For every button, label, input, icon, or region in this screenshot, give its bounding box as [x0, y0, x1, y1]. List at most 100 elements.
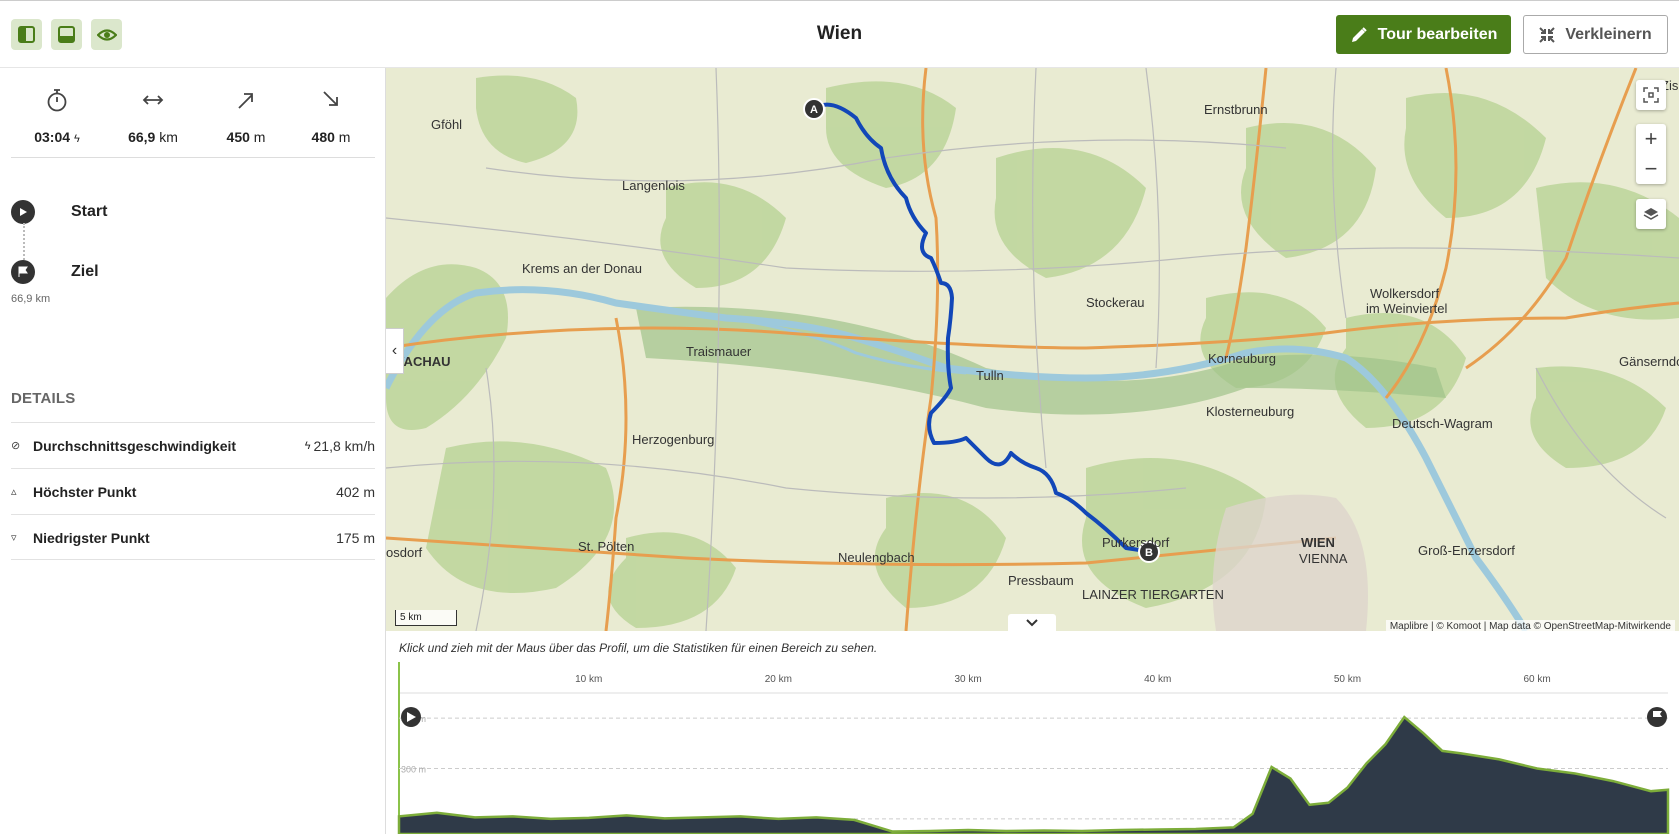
place-label: WIEN — [1301, 535, 1335, 550]
marker-a-label: A — [810, 104, 818, 116]
place-label: Tulln — [976, 368, 1004, 383]
waypoint-start-label: Start — [71, 203, 108, 220]
place-label: im Weinviertel — [1366, 301, 1448, 316]
place-label: Groß-Enzersdorf — [1418, 543, 1515, 558]
x-tick-label: 20 km — [765, 674, 792, 685]
ascent-unit: m — [253, 129, 266, 145]
waypoint-end-label: Ziel — [71, 263, 99, 280]
stopwatch-icon — [47, 89, 67, 112]
place-label: Purkersdorf — [1102, 535, 1170, 550]
x-tick-label: 30 km — [954, 674, 981, 685]
y-tick-label: 300 m — [401, 765, 426, 775]
elevation-profile[interactable]: Klick und zieh mit der Maus über das Pro… — [386, 631, 1679, 834]
waypoint-end[interactable]: Ziel — [11, 260, 99, 284]
lightning-icon: ϟ — [73, 133, 80, 145]
detail-row-lowest-point: ▿ Niedrigster Punkt 175 m — [11, 514, 375, 560]
descent-unit: m — [338, 129, 351, 145]
minimize-label: Verkleinern — [1565, 25, 1652, 43]
fit-bounds-icon — [1643, 87, 1659, 103]
chevron-left-icon: ‹ — [391, 342, 398, 359]
place-label: Gföhl — [431, 117, 462, 132]
zoom-in-button[interactable]: + — [1645, 124, 1658, 154]
stat-duration: 03:04 ϟ — [17, 88, 97, 145]
plus-icon: + — [1644, 126, 1658, 151]
map-canvas[interactable]: A B Gföhl Ernstbrunn Langenlois Krems an… — [386, 68, 1679, 631]
waypoint-connector — [23, 223, 25, 263]
detail-value: 402 m — [336, 483, 375, 500]
duration-value: 03:04 — [34, 129, 71, 145]
place-label: LAINZER TIERGARTEN — [1082, 587, 1224, 602]
place-label: Langenlois — [622, 178, 685, 193]
place-label: Deutsch-Wagram — [1392, 416, 1493, 431]
place-label: Traismauer — [686, 344, 752, 359]
profile-start-marker[interactable] — [401, 707, 421, 727]
place-label: Gänserndo — [1619, 354, 1679, 369]
minus-icon: − — [1644, 156, 1658, 181]
profile-end-marker[interactable] — [1647, 707, 1667, 727]
place-label: Neulengbach — [838, 550, 915, 565]
pencil-icon — [1351, 26, 1367, 42]
stat-ascent: 450 m — [206, 88, 286, 145]
fit-route-button[interactable] — [1636, 80, 1666, 110]
lightning-icon: ϟ — [304, 439, 311, 452]
waypoint-end-distance: 66,9 km — [11, 293, 51, 305]
waypoint-start[interactable]: Start — [11, 200, 107, 224]
place-label: Pressbaum — [1008, 573, 1074, 588]
x-tick-label: 50 km — [1334, 674, 1361, 685]
layers-icon — [1643, 208, 1659, 220]
place-label: Ernstbrunn — [1204, 102, 1268, 117]
top-bar: Wien Tour bearbeiten Verkleinern — [0, 0, 1679, 68]
collapse-arrows-icon — [1539, 26, 1556, 43]
horizontal-arrows-icon — [142, 95, 164, 105]
place-label: Wolkersdorf — [1370, 286, 1440, 301]
arrow-down-right-icon — [323, 91, 338, 106]
detail-label: Durchschnittsgeschwindigkeit — [33, 437, 237, 454]
play-icon — [11, 200, 35, 224]
place-label: Krems an der Donau — [522, 261, 642, 276]
tour-stats: 03:04 ϟ 66,9 km 450 m 480 m — [11, 68, 375, 158]
detail-label: Höchster Punkt — [33, 483, 137, 500]
place-label: Stockerau — [1086, 295, 1145, 310]
detail-value: 21,8 km/h — [313, 437, 375, 454]
edit-tour-label: Tour bearbeiten — [1377, 25, 1498, 43]
triangle-down-icon: ▿ — [11, 532, 17, 544]
place-label: VIENNA — [1299, 551, 1348, 566]
x-tick-label: 40 km — [1144, 674, 1171, 685]
place-label: Korneuburg — [1208, 351, 1276, 366]
detail-row-avg-speed: ⊘ Durchschnittsgeschwindigkeit ϟ 21,8 km… — [11, 422, 375, 468]
elevation-chart[interactable]: 10 km20 km30 km40 km50 km60 km 400 m300 … — [386, 662, 1679, 834]
triangle-up-icon: ▵ — [11, 486, 17, 498]
chevron-down-icon — [1026, 619, 1038, 627]
sidebar: 03:04 ϟ 66,9 km 450 m 480 m Start Ziel 6… — [0, 68, 386, 834]
map-scale: 5 km — [395, 610, 457, 626]
edit-tour-button[interactable]: Tour bearbeiten — [1336, 15, 1511, 54]
detail-label: Niedrigster Punkt — [33, 529, 150, 546]
minimize-button[interactable]: Verkleinern — [1523, 15, 1668, 54]
marker-a[interactable]: A — [803, 98, 825, 120]
map-view[interactable]: A B Gföhl Ernstbrunn Langenlois Krems an… — [386, 68, 1679, 631]
place-label: Klosterneuburg — [1206, 404, 1294, 419]
place-label: St. Pölten — [578, 539, 634, 554]
profile-hint: Klick und zieh mit der Maus über das Pro… — [399, 641, 878, 655]
collapse-profile-button[interactable] — [1008, 614, 1056, 632]
place-label: Herzogenburg — [632, 432, 714, 447]
distance-unit: km — [159, 129, 178, 145]
elevation-area — [397, 715, 1670, 834]
x-tick-label: 10 km — [575, 674, 602, 685]
ascent-value: 450 — [226, 129, 250, 145]
finish-flag-icon — [11, 260, 35, 284]
zoom-out-button[interactable]: − — [1645, 154, 1658, 184]
place-label: osdorf — [386, 545, 423, 560]
x-tick-label: 60 km — [1523, 674, 1550, 685]
stat-descent: 480 m — [291, 88, 371, 145]
avg-speed-icon: ⊘ — [11, 440, 21, 452]
layers-button[interactable] — [1636, 199, 1666, 229]
stat-distance: 66,9 km — [113, 88, 193, 145]
zoom-control: + − — [1636, 124, 1666, 184]
details-divider — [11, 559, 375, 560]
details-heading: DETAILS — [11, 390, 76, 407]
detail-value: 175 m — [336, 529, 375, 546]
arrow-up-right-icon — [238, 93, 253, 109]
distance-value: 66,9 — [128, 129, 156, 145]
collapse-sidebar-button[interactable]: ‹ — [386, 328, 404, 374]
